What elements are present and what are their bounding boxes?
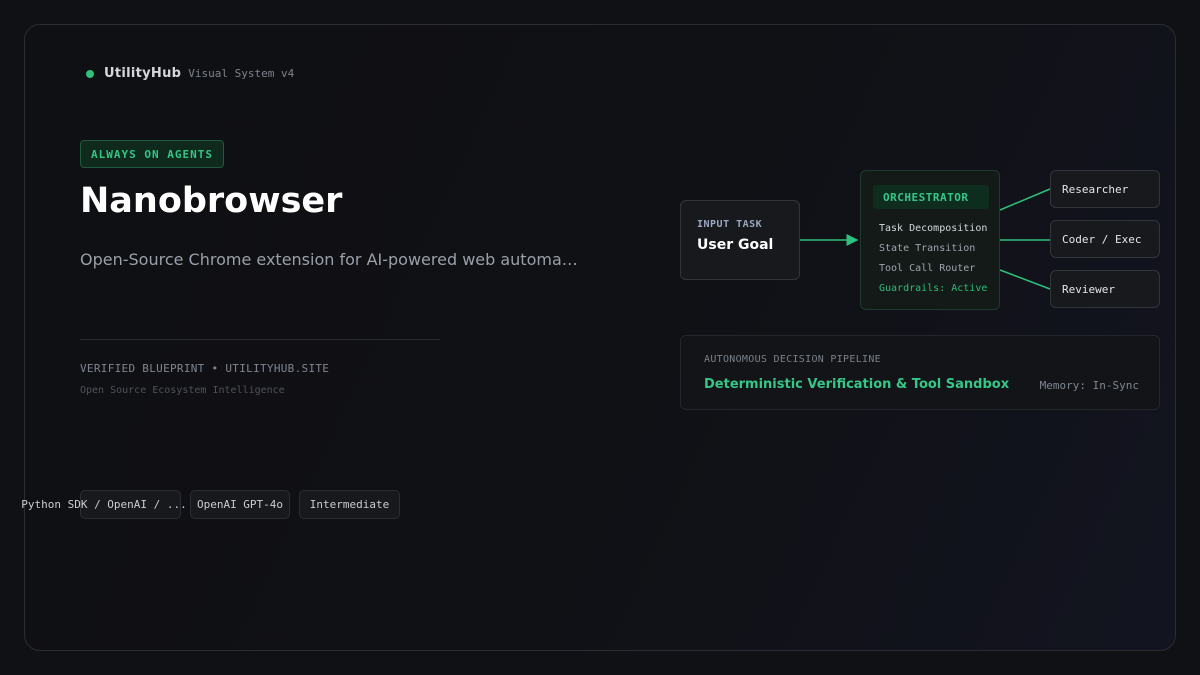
input-task-label: INPUT TASK: [697, 219, 763, 230]
brand-subtitle: Visual System v4: [188, 67, 295, 80]
agent-node-researcher: Researcher: [1050, 170, 1160, 208]
tag-level: Intermediate: [299, 490, 400, 519]
verified-label: VERIFIED BLUEPRINT • UTILITYHUB.SITE: [80, 362, 330, 375]
category-badge: ALWAYS ON AGENTS: [80, 140, 224, 168]
pipeline-label: AUTONOMOUS DECISION PIPELINE: [704, 354, 881, 365]
orchestrator-item-guardrails: Guardrails: Active: [879, 283, 988, 294]
tag-level-label: Intermediate: [309, 498, 390, 511]
tag-sdk: Python SDK / OpenAI / ...: [21, 490, 187, 519]
orchestrator-item: State Transition: [879, 243, 976, 254]
agent-label: Reviewer: [1062, 282, 1115, 296]
pipeline-panel: AUTONOMOUS DECISION PIPELINE Determinist…: [680, 335, 1160, 410]
divider: [80, 339, 440, 340]
brand-header: UtilityHub Visual System v4: [86, 66, 294, 81]
tag-model: OpenAI GPT-4o: [190, 490, 290, 519]
brand-name: UtilityHub: [104, 66, 182, 81]
agent-node-reviewer: Reviewer: [1050, 270, 1160, 308]
orchestrator-label: ORCHESTRATOR: [873, 185, 989, 209]
orchestrator-item: Task Decomposition: [879, 223, 988, 234]
agent-label: Researcher: [1062, 182, 1129, 196]
page-title: Nanobrowser: [80, 181, 343, 221]
orchestrator-node: ORCHESTRATOR Task Decomposition State Tr…: [860, 170, 1000, 310]
page-description: Open-Source Chrome extension for AI-powe…: [80, 250, 578, 269]
input-task-node: INPUT TASK User Goal: [680, 200, 800, 280]
agent-node-coder: Coder / Exec: [1050, 220, 1160, 258]
input-task-title: User Goal: [697, 237, 774, 253]
memory-status: Memory: In-Sync: [1039, 379, 1139, 392]
orchestrator-item: Tool Call Router: [879, 263, 976, 274]
status-dot-icon: [86, 69, 94, 78]
ecosystem-label: Open Source Ecosystem Intelligence: [80, 385, 285, 396]
agent-label: Coder / Exec: [1062, 232, 1142, 246]
tag-sdk-label: Python SDK / OpenAI / ...: [21, 498, 187, 511]
tag-model-label: OpenAI GPT-4o: [196, 498, 284, 511]
pipeline-title: Deterministic Verification & Tool Sandbo…: [704, 377, 1010, 392]
